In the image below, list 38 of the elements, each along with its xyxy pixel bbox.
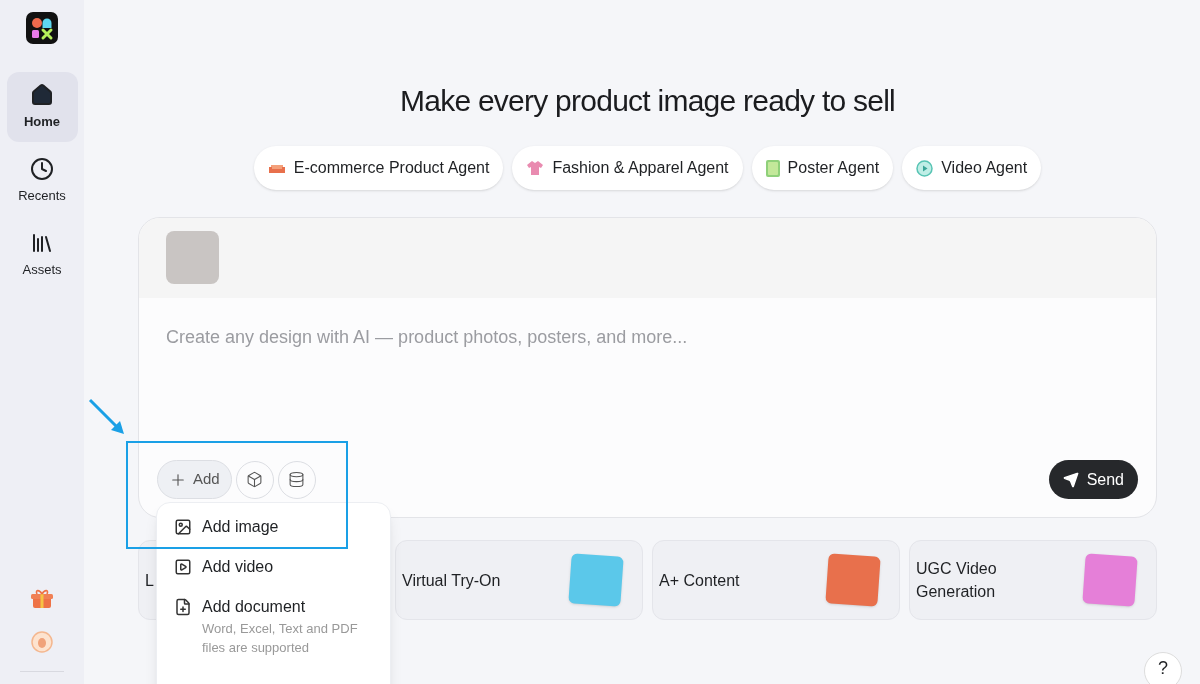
prompt-input[interactable]: Create any design with AI — product photos, posters, and more... — [166, 324, 1129, 351]
menu-item[interactable]: Add document Word, Excel, Text and PDF files are supported — [174, 597, 373, 657]
agent-chip[interactable]: Video Agent — [902, 146, 1042, 190]
help-button[interactable]: ? — [1144, 652, 1182, 684]
cube-icon — [246, 471, 264, 488]
send-icon — [1062, 471, 1079, 488]
home-icon — [30, 82, 54, 107]
database-icon — [288, 471, 306, 488]
notebook-icon — [765, 159, 780, 177]
app-logo — [26, 12, 58, 44]
clock-icon — [30, 156, 54, 181]
feature-card[interactable]: UGC Video Generation — [909, 540, 1157, 620]
card-title: L — [145, 570, 155, 591]
sidebar-item[interactable]: Recents — [6, 146, 78, 216]
photo-placeholder — [166, 231, 219, 284]
card-title: Virtual Try-On — [402, 570, 502, 591]
image-icon — [174, 518, 192, 536]
menu-item[interactable]: Add video — [174, 557, 373, 577]
send-button[interactable]: Send — [1048, 460, 1138, 499]
page-title: Make every product image ready to sell — [399, 83, 896, 119]
document-icon — [174, 598, 192, 616]
sidebar-item[interactable]: Assets — [6, 220, 78, 290]
menu-item[interactable]: Add image — [174, 517, 373, 537]
agent-chip[interactable]: Fashion & Apparel Agent — [512, 146, 743, 190]
annotation-arrow — [87, 397, 127, 437]
video-icon — [174, 558, 192, 576]
feature-card[interactable]: Virtual Try-On — [395, 540, 643, 620]
menu-item-description: Word, Excel, Text and PDF files are supported — [202, 620, 359, 657]
shirt-icon — [526, 160, 545, 176]
sidebar-item[interactable]: Home — [6, 72, 78, 142]
agent-chip[interactable]: Poster Agent — [751, 146, 894, 190]
gift-icon[interactable] — [31, 589, 53, 609]
card-title: A+ Content — [659, 570, 741, 591]
play-icon — [916, 159, 934, 177]
feature-card[interactable]: A+ Content — [652, 540, 900, 620]
agent-chip[interactable]: E-commerce Product Agent — [253, 146, 504, 190]
add-button[interactable]: Add — [157, 460, 232, 499]
card-title: UGC Video Generation — [916, 559, 998, 602]
